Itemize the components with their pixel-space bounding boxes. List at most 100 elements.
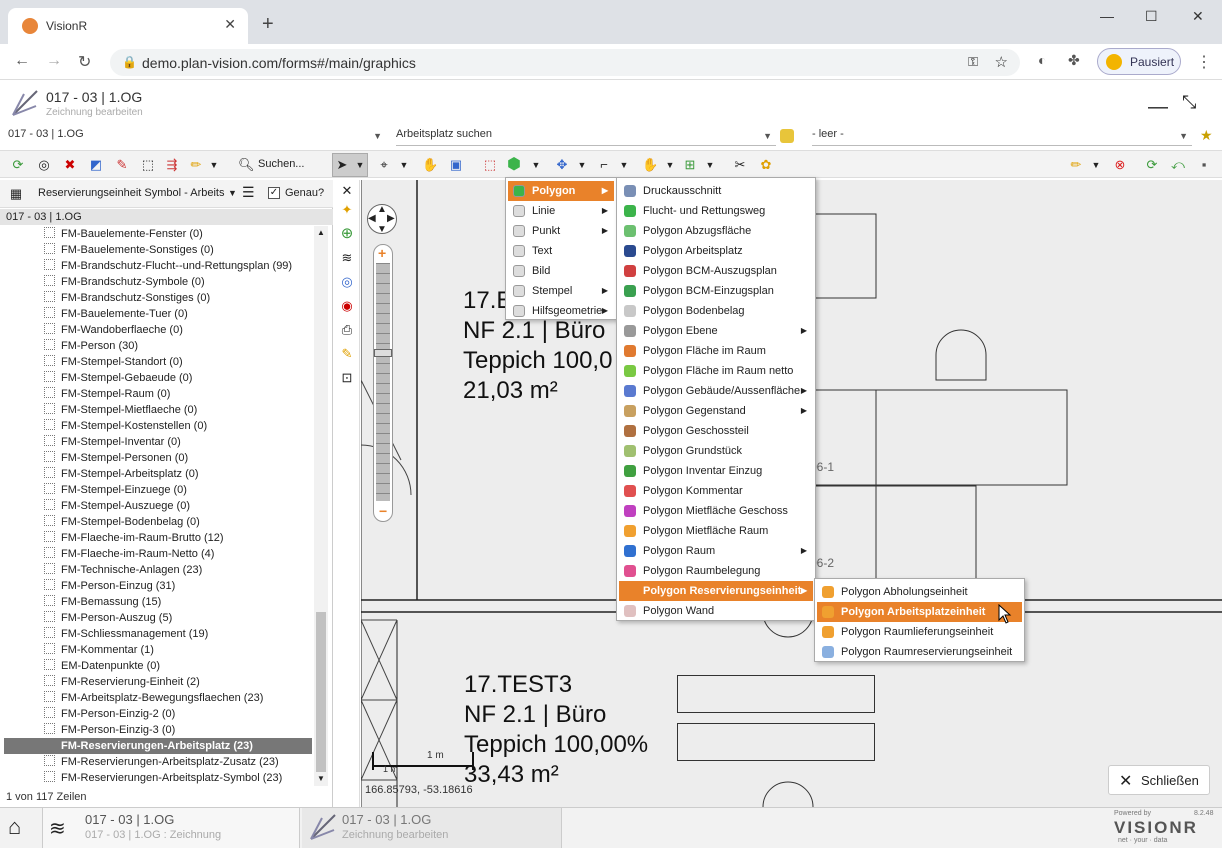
close-panel-icon[interactable]: ✕ (339, 183, 355, 199)
pencil-icon[interactable]: ✏ (188, 157, 204, 173)
bounding-box-icon[interactable]: ⬚ (482, 157, 498, 173)
workplace-search-select[interactable]: Arbeitsplatz suchen ▼ (396, 128, 776, 146)
menu1-item[interactable]: Hilfsgeometrie ▶ (508, 301, 614, 321)
layer-list-item[interactable]: FM-Arbeitsplatz-Bewegungsflaechen (23) (44, 690, 310, 706)
workplace-rect[interactable] (677, 723, 875, 761)
menu2-item[interactable]: Polygon Gebäude/Aussenfläche ▶ (619, 381, 813, 401)
layer-list-item[interactable]: FM-Stempel-Standort (0) (44, 354, 310, 370)
menu2-item[interactable]: Flucht- und Rettungsweg (619, 201, 813, 221)
menu1-item[interactable]: Polygon ▶ (508, 181, 614, 201)
layer-list-item[interactable]: FM-Schliessmanagement (19) (44, 626, 310, 642)
connect-icon[interactable]: ⌐ (596, 157, 612, 173)
layer-list-item[interactable]: FM-Flaeche-im-Raum-Brutto (12) (44, 530, 310, 546)
menu2-item[interactable]: Polygon Bodenbelag (619, 301, 813, 321)
extensions-puzzle-icon[interactable]: ✤ (1068, 52, 1080, 69)
layer-settings-icon[interactable]: ▦ (8, 186, 24, 202)
move-cross-icon[interactable]: ✥ (554, 157, 570, 173)
delete-icon[interactable]: ✖ (62, 157, 78, 173)
drawing-select[interactable]: 017 - 03 | 1.OG ▼ (8, 128, 386, 146)
breadcrumb-tab-2[interactable]: 017 - 03 | 1.OG Zeichnung bearbeiten (302, 808, 562, 848)
pan-right-icon[interactable]: ▶ (387, 213, 395, 224)
layer-list-item[interactable]: FM-Person (30) (44, 338, 310, 354)
key-icon[interactable]: ⚿ (968, 54, 978, 70)
layer-list-item[interactable]: FM-Stempel-Arbeitsplatz (0) (44, 466, 310, 482)
layers-stack-icon[interactable]: ≋ (339, 250, 355, 266)
refresh-icon[interactable]: ⟳ (10, 157, 26, 173)
globe-icon[interactable]: ◎ (339, 274, 355, 290)
layer-list-item[interactable]: FM-Stempel-Raum (0) (44, 386, 310, 402)
back-icon[interactable]: ← (14, 52, 30, 70)
forward-icon[interactable]: → (46, 52, 62, 70)
zoom-in-button[interactable]: + (378, 245, 386, 261)
layer-list-item[interactable]: FM-Reservierung-Einheit (2) (44, 674, 310, 690)
chevron-down-icon[interactable]: ▼ (396, 157, 412, 173)
minimize-panel-icon[interactable]: — (1148, 96, 1168, 119)
browser-menu-icon[interactable]: ⋮ (1196, 52, 1212, 72)
layer-list-item[interactable]: FM-Person-Auszug (5) (44, 610, 310, 626)
scrollbar-thumb[interactable] (316, 612, 326, 772)
menu2-item[interactable]: Polygon Geschossteil (619, 421, 813, 441)
layer-list-item[interactable]: FM-Brandschutz-Flucht--und-Rettungsplan … (44, 258, 310, 274)
bookmark-star-icon[interactable]: ☆ (995, 53, 1008, 71)
menu2-item[interactable]: Polygon Gegenstand ▶ (619, 401, 813, 421)
scroll-down-icon[interactable]: ▼ (317, 774, 325, 783)
layer-select[interactable]: Reservierungseinheit Symbol - Arbeits (38, 187, 228, 199)
layer-list-item[interactable]: FM-Brandschutz-Sonstiges (0) (44, 290, 310, 306)
magic-wand-icon[interactable]: ✦ (339, 202, 355, 218)
palette-icon[interactable]: ✿ (758, 157, 774, 173)
menu2-item[interactable]: Polygon BCM-Einzugsplan (619, 281, 813, 301)
chevron-down-icon[interactable]: ▼ (228, 188, 237, 198)
layers-icon[interactable] (780, 129, 794, 143)
menu2-item[interactable]: Polygon Fläche im Raum netto (619, 361, 813, 381)
breadcrumb-tab-1[interactable]: ≋ 017 - 03 | 1.OG 017 - 03 | 1.OG : Zeic… (42, 808, 300, 848)
grid-select-icon[interactable]: ⊡ (339, 370, 355, 386)
browser-tab[interactable]: VisionR ✕ (8, 8, 248, 44)
layer-list-item[interactable]: FM-Stempel-Personen (0) (44, 450, 310, 466)
close-tab-icon[interactable]: ✕ (224, 16, 236, 33)
layer-list-item[interactable]: FM-Reservierungen-Arbeitsplatz-Symbol (2… (44, 770, 310, 786)
menu2-item[interactable]: Polygon Inventar Einzug (619, 461, 813, 481)
maximize-icon[interactable]: ☐ (1145, 8, 1158, 25)
reload-icon[interactable]: ↻ (78, 52, 91, 72)
pan-left-icon[interactable]: ◀ (368, 213, 376, 224)
layer-list-item[interactable]: FM-Technische-Anlagen (23) (44, 562, 310, 578)
new-tab-button[interactable]: + (262, 14, 274, 34)
pan-hand-icon[interactable]: ✋ (422, 157, 438, 173)
layer-list-item[interactable]: FM-Kommentar (1) (44, 642, 310, 658)
menu2-item[interactable]: Polygon Arbeitsplatz (619, 241, 813, 261)
layer-list-item[interactable]: FM-Stempel-Einzuege (0) (44, 482, 310, 498)
menu2-item[interactable]: Polygon Reservierungseinheit ▶ (619, 581, 813, 601)
menu2-item[interactable]: Polygon Raum ▶ (619, 541, 813, 561)
layer-list-item[interactable]: FM-Bemassung (15) (44, 594, 310, 610)
image-tool-icon[interactable]: ▣ (448, 157, 464, 173)
save-icon[interactable]: ▪ (1196, 157, 1212, 173)
layer-list-item[interactable]: FM-Reservierungen-Arbeitsplatz (23) (4, 738, 312, 754)
chevron-down-icon[interactable]: ▼ (206, 157, 222, 173)
move-arrows-icon[interactable]: ⇶ (164, 157, 180, 173)
print-icon[interactable]: ⎙ (339, 322, 355, 338)
menu2-item[interactable]: Polygon Mietfläche Raum (619, 521, 813, 541)
url-text[interactable]: demo.plan-vision.com/forms#/main/graphic… (142, 55, 416, 71)
layer-stack-icon[interactable]: ◎ (36, 157, 52, 173)
select-rect-icon[interactable]: ⬚ (140, 157, 156, 173)
menu3-item[interactable]: Polygon Raumreservierungseinheit (817, 642, 1022, 662)
minimize-icon[interactable]: — (1100, 8, 1114, 24)
close-button[interactable]: ✕ Schließen (1108, 765, 1210, 795)
exit-fullscreen-icon[interactable]: ⤡ (1182, 92, 1196, 113)
menu2-item[interactable]: Polygon Grundstück (619, 441, 813, 461)
pan-up-icon[interactable]: ▲ (377, 204, 387, 215)
menu2-item[interactable]: Polygon Fläche im Raum (619, 341, 813, 361)
menu1-item[interactable]: Linie ▶ (508, 201, 614, 221)
menu2-item[interactable]: Polygon BCM-Auszugsplan (619, 261, 813, 281)
area-icon[interactable]: ◩ (88, 157, 104, 173)
layer-list-item[interactable]: FM-Person-Einzig-2 (0) (44, 706, 310, 722)
sync-icon[interactable]: ⟳ (1144, 157, 1160, 173)
zoom-out-button[interactable]: − (379, 503, 387, 519)
layer-list-item[interactable]: FM-Person-Einzig-3 (0) (44, 722, 310, 738)
layer-list-item[interactable]: FM-Stempel-Inventar (0) (44, 434, 310, 450)
layer-list-item[interactable]: EM-Datenpunkte (0) (44, 658, 310, 674)
add-circle-icon[interactable]: ⊕ (339, 226, 355, 242)
chevron-down-icon[interactable]: ▼ (662, 157, 678, 173)
layer-list-item[interactable]: FM-Flaeche-im-Raum-Netto (4) (44, 546, 310, 562)
undo-icon[interactable]: ⤺ (1170, 157, 1186, 173)
